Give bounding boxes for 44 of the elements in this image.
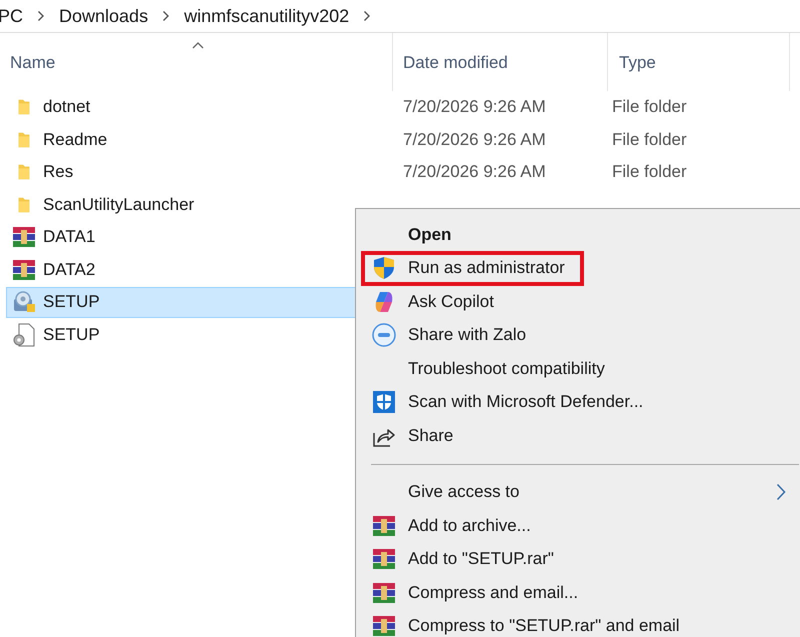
file-name: dotnet (43, 97, 90, 118)
file-name: Readme (43, 130, 108, 150)
menu-item[interactable]: Share (356, 419, 800, 452)
file-name: Res (43, 162, 74, 182)
file-name: DATA2 (43, 260, 96, 280)
archive-icon (372, 582, 396, 604)
file-row[interactable]: dotnet (6, 92, 393, 123)
menu-item[interactable]: Compress to "SETUP.rar" and email (356, 610, 800, 637)
breadcrumb-item[interactable]: winmfscanutilityv202 (184, 6, 350, 26)
date-modified: 7/20/2026 9:26 AM (402, 162, 547, 182)
chevron-right-icon[interactable] (363, 10, 372, 22)
column-header[interactable]: Date modified (403, 53, 508, 73)
file-name: SETUP (43, 324, 100, 345)
installer-icon (11, 290, 37, 314)
breadcrumb-item[interactable]: Downloads (59, 6, 148, 26)
column-header[interactable]: Type (619, 53, 656, 73)
archive-icon (372, 548, 396, 570)
file-name: DATA1 (43, 227, 96, 248)
file-type: File folder (611, 130, 687, 150)
chevron-right-icon[interactable] (37, 10, 46, 22)
menu-item[interactable]: Scan with Microsoft Defender... (356, 386, 800, 419)
file-row[interactable]: ScanUtilityLauncher (6, 189, 393, 220)
date-modified: 7/20/2026 9:26 AM (402, 130, 547, 150)
shield-icon (373, 256, 395, 280)
archive-icon (372, 615, 396, 637)
menu-item[interactable]: Give access to (356, 476, 800, 509)
file-row[interactable]: Readme (6, 124, 393, 156)
file-name: ScanUtilityLauncher (43, 194, 194, 215)
menu-item[interactable]: Troubleshoot compatibility (356, 352, 800, 386)
menu-item[interactable]: Compress and email... (356, 576, 800, 610)
file-type: File folder (611, 162, 687, 182)
chevron-right-icon[interactable] (162, 10, 170, 22)
menu-item[interactable]: Add to "SETUP.rar" (356, 542, 800, 576)
settings-file-icon (11, 322, 37, 347)
shield-icon (373, 391, 395, 414)
archive-icon (11, 226, 37, 248)
file-row[interactable]: Res (6, 156, 393, 188)
menu-item[interactable]: Add to archive... (356, 509, 800, 542)
date-modified: 7/20/2026 9:26 AM (402, 97, 547, 118)
file-type: File folder (611, 97, 687, 118)
archive-icon (372, 514, 396, 537)
column-header[interactable]: Name (10, 53, 56, 73)
archive-icon (11, 258, 37, 281)
file-name: SETUP (43, 292, 100, 312)
